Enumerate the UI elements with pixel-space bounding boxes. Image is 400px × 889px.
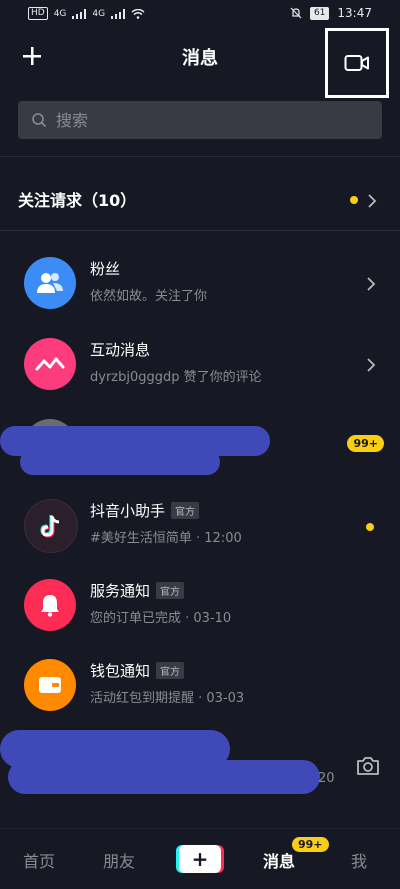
row-subtitle: 活动红包到期提醒 · 03-03 — [90, 691, 245, 706]
redaction-overlay — [8, 760, 320, 794]
row-subtitle: 依然如故。关注了你 — [90, 289, 208, 304]
row-title: 互动消息 — [90, 339, 150, 360]
fans-avatar — [24, 257, 76, 309]
nav-me[interactable]: 我 — [351, 848, 367, 872]
chevron-right-icon — [367, 277, 376, 291]
douyin-icon — [40, 515, 60, 538]
list-item-service-notice[interactable]: 服务通知 官方 您的订单已完成 · 03-10 — [0, 566, 400, 646]
camera-button[interactable] — [354, 752, 382, 780]
row-title: 服务通知 官方 — [90, 580, 185, 601]
messages-badge: 99+ — [292, 837, 329, 852]
list-item-interactions[interactable]: 互动消息 dyrzbj0gggdp 赞了你的评论 — [0, 325, 400, 405]
row-title: 抖音小助手 官方 — [90, 500, 200, 521]
douyin-helper-avatar — [24, 499, 78, 553]
list-item-wallet-notice[interactable]: 钱包通知 官方 活动红包到期提醒 · 03-03 — [0, 646, 400, 726]
interaction-icon — [35, 357, 65, 371]
follow-requests-label: 关注请求（10） — [18, 191, 137, 210]
fans-icon — [37, 273, 63, 293]
interactions-title: 互动消息 — [90, 341, 151, 359]
interactions-avatar — [24, 338, 76, 390]
row-title: 钱包通知 官方 — [90, 660, 185, 681]
official-tag: 官方 — [171, 502, 200, 519]
row-title: 粉丝 — [90, 258, 120, 279]
video-camera-icon — [344, 55, 369, 71]
unread-dot — [350, 196, 358, 204]
create-plus: + — [191, 847, 209, 871]
bottom-nav: 首页 朋友 + 消息 99+ 我 — [0, 828, 400, 889]
search-input[interactable] — [54, 109, 358, 131]
mute-icon — [290, 7, 302, 19]
signal-indicator-2: 4G — [92, 8, 106, 19]
signal-icon — [72, 8, 87, 19]
fans-title: 粉丝 — [90, 260, 121, 278]
status-bar: HD 4G 4G 61 13:47 — [0, 0, 400, 28]
clock: 13:47 — [337, 6, 372, 20]
nav-messages[interactable]: 消息 — [263, 848, 295, 872]
wallet-notice-title: 钱包通知 — [90, 662, 151, 680]
search-bar[interactable] — [18, 101, 382, 139]
service-notice-avatar — [24, 579, 76, 631]
list-item-redacted-chat[interactable]: 99+ — [0, 405, 400, 485]
search-icon — [30, 111, 48, 129]
unread-dot — [366, 523, 374, 531]
wallet-notice-avatar — [24, 659, 76, 711]
messages-screen: HD 4G 4G 61 13:47 消息 关注请求（10） — [0, 0, 400, 889]
nav-home[interactable]: 首页 — [23, 848, 55, 872]
create-button[interactable]: + — [179, 845, 221, 873]
hd-indicator: HD — [28, 7, 48, 20]
chevron-right-icon — [367, 358, 376, 372]
official-tag: 官方 — [156, 662, 185, 679]
camera-icon — [357, 757, 379, 775]
header: 消息 — [0, 28, 400, 98]
divider — [0, 156, 400, 157]
chevron-right-icon — [368, 194, 377, 208]
row-subtitle: 您的订单已完成 · 03-10 — [90, 611, 232, 626]
video-call-button[interactable] — [325, 28, 389, 98]
official-tag: 官方 — [156, 582, 185, 599]
wifi-icon — [131, 8, 145, 19]
follow-requests-row[interactable]: 关注请求（10） — [0, 172, 400, 224]
signal-icon-2 — [111, 8, 126, 19]
nav-friends[interactable]: 朋友 — [103, 848, 135, 872]
battery-level: 61 — [309, 6, 330, 20]
list-item-fans[interactable]: 粉丝 依然如故。关注了你 — [0, 244, 400, 324]
douyin-helper-title: 抖音小助手 — [90, 502, 166, 520]
redaction-overlay — [20, 449, 220, 475]
wallet-icon — [39, 677, 61, 693]
divider — [0, 230, 400, 231]
unread-count-badge: 99+ — [347, 435, 384, 452]
signal-indicator-1: 4G — [53, 8, 67, 19]
row-date: 20 — [318, 771, 335, 786]
service-notice-title: 服务通知 — [90, 582, 151, 600]
list-item-douyin-helper[interactable]: 抖音小助手 官方 #美好生活恒简单 · 12:00 — [0, 486, 400, 566]
row-subtitle: dyrzbj0gggdp 赞了你的评论 — [90, 370, 262, 385]
bell-icon — [41, 595, 59, 617]
row-subtitle: #美好生活恒简单 · 12:00 — [90, 531, 242, 546]
